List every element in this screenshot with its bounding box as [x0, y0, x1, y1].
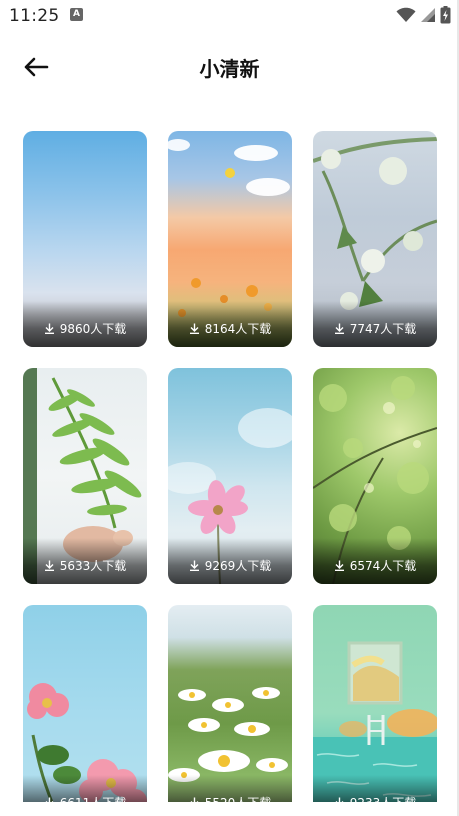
page-title: 小清新 — [199, 57, 260, 81]
system-icons — [396, 6, 451, 24]
title-bar: 小清新 — [0, 40, 459, 94]
wifi-icon — [396, 7, 416, 22]
status-time: 11:25 — [9, 6, 60, 26]
download-count-label: 7747人下载 — [349, 322, 417, 336]
download-count-label: 9269人下载 — [204, 559, 272, 573]
wallpaper-card[interactable]: 5520人下载 — [168, 605, 292, 816]
wallpaper-card[interactable]: 8164人下载 — [168, 131, 292, 347]
download-count-label: 6574人下载 — [349, 559, 417, 573]
download-count: 7747人下载 — [313, 320, 437, 337]
download-icon — [44, 323, 54, 334]
download-count: 9269人下载 — [168, 557, 292, 574]
wallpaper-card[interactable]: 7747人下载 — [313, 131, 437, 347]
screen: 11:25 A 小清新 9860人下载 8164人下载 7747人下载 5633… — [0, 0, 459, 816]
download-icon — [189, 560, 199, 571]
download-count: 8164人下载 — [168, 320, 292, 337]
download-icon — [44, 560, 54, 571]
status-bar: 11:25 A — [0, 0, 459, 32]
wallpaper-card[interactable]: 9269人下载 — [168, 368, 292, 584]
wallpaper-grid: 9860人下载 8164人下载 7747人下载 5633人下载 9269人下载 … — [23, 131, 437, 816]
wallpaper-card[interactable]: 5633人下载 — [23, 368, 147, 584]
download-count-label: 5633人下载 — [59, 559, 127, 573]
wallpaper-card[interactable]: 6611人下载 — [23, 605, 147, 816]
download-count-label: 9860人下载 — [59, 322, 127, 336]
download-count-label: 8164人下载 — [204, 322, 272, 336]
download-icon — [334, 560, 344, 571]
wallpaper-card[interactable]: 9233人下载 — [313, 605, 437, 816]
battery-icon — [440, 6, 451, 24]
notification-icon: A — [70, 8, 83, 21]
download-icon — [189, 323, 199, 334]
wallpaper-card[interactable]: 6574人下载 — [313, 368, 437, 584]
download-count: 5633人下载 — [23, 557, 147, 574]
wallpaper-card[interactable]: 9860人下载 — [23, 131, 147, 347]
download-icon — [334, 323, 344, 334]
signal-icon — [421, 8, 435, 22]
download-count: 9860人下载 — [23, 320, 147, 337]
download-count: 6574人下载 — [313, 557, 437, 574]
